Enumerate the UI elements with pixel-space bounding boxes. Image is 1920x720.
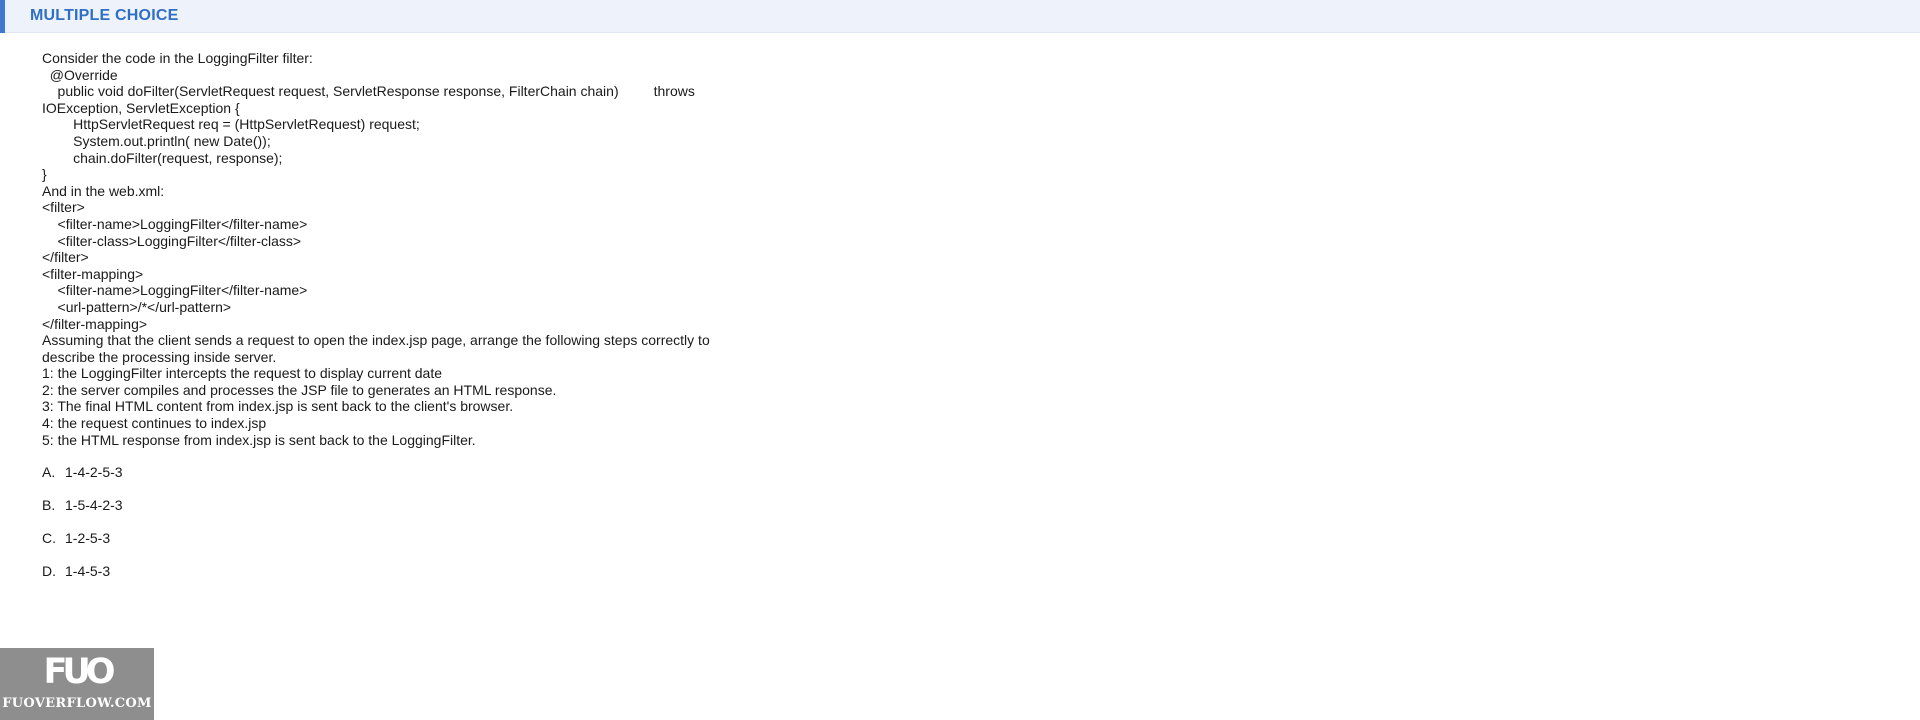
watermark-logo: FUO FUOVERFLOW.COM [0,648,154,720]
option-letter: D. [42,563,56,579]
question-line: 5: the HTML response from index.jsp is s… [42,431,476,448]
question-text: Consider the code in the LoggingFilter f… [42,50,782,448]
question-line: </filter> [42,249,89,266]
watermark-logo-mark: FUO [43,652,115,692]
option-c[interactable]: C. 1-2-5-3 [42,530,123,546]
question-line: <filter-name>LoggingFilter</filter-name> [42,282,308,299]
question-line: } [42,166,47,183]
option-letter: A. [42,464,56,480]
question-line: HttpServletRequest req = (HttpServletReq… [42,116,420,133]
section-header: MULTIPLE CHOICE [0,0,1920,33]
option-text: 1-4-5-3 [65,563,111,579]
question-line: <filter> [42,199,85,216]
section-title: MULTIPLE CHOICE [30,7,179,24]
question-page: MULTIPLE CHOICE Consider the code in the… [0,0,1920,720]
option-text: 1-5-4-2-3 [65,497,123,513]
question-line: chain.doFilter(request, response); [42,149,283,166]
answer-options: A. 1-4-2-5-3 B. 1-5-4-2-3 C. 1-2-5-3 D. … [42,464,123,596]
option-letter: C. [42,530,56,546]
question-line: <filter-name>LoggingFilter</filter-name> [42,215,308,232]
option-text: 1-2-5-3 [65,530,111,546]
question-line: </filter-mapping> [42,315,148,332]
question-line: Assuming that the client sends a request… [42,332,710,349]
option-text: 1-4-2-5-3 [65,464,123,480]
question-line: Consider the code in the LoggingFilter f… [42,50,313,66]
question-line: <filter-class>LoggingFilter</filter-clas… [42,232,302,249]
question-line: 3: The final HTML content from index.jsp… [42,398,514,415]
question-line: <url-pattern>/*</url-pattern> [42,298,232,315]
question-line: 1: the LoggingFilter intercepts the requ… [42,365,443,382]
question-line: describe the processing inside server. [42,348,277,365]
watermark-site-text: FUOVERFLOW.COM [2,696,152,711]
question-line: @Override [42,66,118,83]
question-line: System.out.println( new Date()); [42,132,271,149]
question-line: And in the web.xml: [42,182,165,199]
option-a[interactable]: A. 1-4-2-5-3 [42,464,123,480]
section-accent-bar [0,0,5,33]
option-letter: B. [42,497,56,513]
question-line: IOException, ServletException { [42,99,240,116]
question-line: 4: the request continues to index.jsp [42,415,267,432]
option-b[interactable]: B. 1-5-4-2-3 [42,497,123,513]
question-line: public void doFilter(ServletRequest requ… [42,83,695,100]
question-line: <filter-mapping> [42,265,144,282]
option-d[interactable]: D. 1-4-5-3 [42,563,123,579]
question-line: 2: the server compiles and processes the… [42,381,557,398]
